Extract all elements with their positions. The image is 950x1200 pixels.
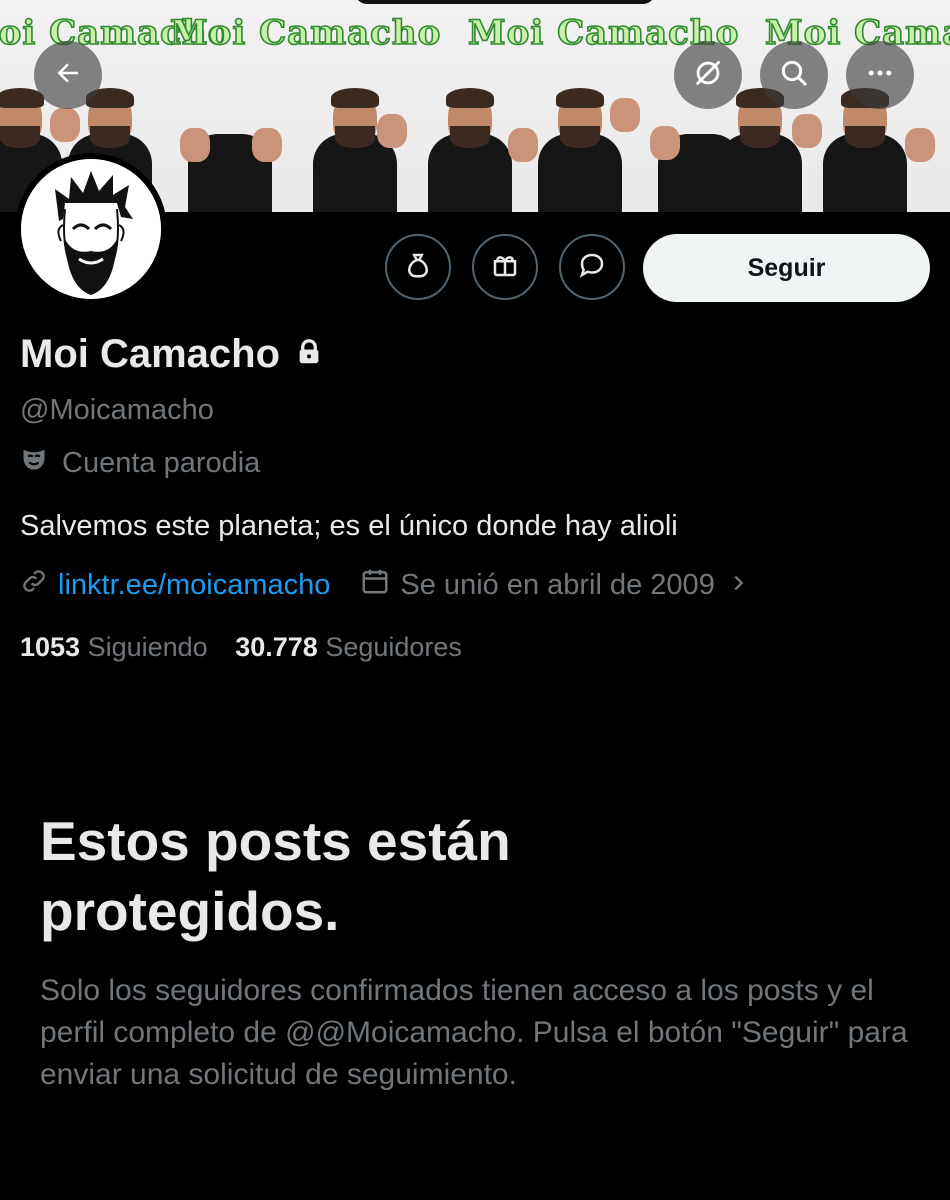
avatar[interactable] <box>15 153 167 305</box>
hide-replies-button[interactable] <box>674 41 742 109</box>
banner-person <box>410 62 538 212</box>
search-icon <box>778 57 810 94</box>
profile-link[interactable]: linktr.ee/moicamacho <box>58 569 330 602</box>
device-notch <box>355 0 655 4</box>
message-bubble-icon <box>577 250 607 285</box>
gift-button[interactable] <box>472 234 538 300</box>
parody-label-row: Cuenta parodia <box>20 445 260 481</box>
banner-person <box>170 62 290 212</box>
following-label: Siguiendo <box>87 632 208 662</box>
avatar-image <box>21 159 161 299</box>
more-button[interactable] <box>846 41 914 109</box>
banner-text-2: Moi Camacho <box>170 13 441 53</box>
lock-icon <box>294 332 324 377</box>
message-button[interactable] <box>559 234 625 300</box>
profile-name-row: Moi Camacho <box>20 332 324 377</box>
more-horizontal-icon <box>865 58 895 93</box>
money-bag-icon <box>403 250 433 285</box>
follow-button[interactable]: Seguir <box>643 234 930 302</box>
arrow-left-icon <box>53 58 83 93</box>
joined-date: Se unió en abril de 2009 <box>400 568 715 601</box>
gift-icon <box>490 250 520 285</box>
link-icon <box>20 567 48 603</box>
banner-person <box>520 62 640 212</box>
followers-stat[interactable]: 30.778 Seguidores <box>235 632 462 662</box>
followers-count: 30.778 <box>235 632 318 662</box>
following-stat[interactable]: 1053 Siguiendo <box>20 632 208 662</box>
banner-person <box>295 62 415 212</box>
profile-name: Moi Camacho <box>20 332 281 376</box>
tip-button[interactable] <box>385 234 451 300</box>
back-button[interactable] <box>34 41 102 109</box>
hide-replies-icon <box>691 56 725 95</box>
parody-label: Cuenta parodia <box>62 446 261 479</box>
search-button[interactable] <box>760 41 828 109</box>
following-count: 1053 <box>20 632 81 662</box>
profile-handle: @Moicamacho <box>20 394 214 426</box>
followers-label: Seguidores <box>325 632 462 662</box>
calendar-icon <box>360 566 390 604</box>
protected-description: Solo los seguidores confirmados tienen a… <box>40 974 908 1091</box>
profile-bio: Salvemos este planeta; es el único donde… <box>20 510 678 542</box>
parody-mask-icon <box>20 445 62 481</box>
bearded-face-drawing <box>21 159 161 299</box>
follow-stats: 1053 Siguiendo 30.778 Seguidores <box>20 632 462 663</box>
profile-meta-row: linktr.ee/moicamacho Se unió en abril de… <box>20 566 749 604</box>
protected-title: Estos posts están protegidos. <box>40 810 511 942</box>
chevron-right-icon[interactable] <box>727 569 749 602</box>
